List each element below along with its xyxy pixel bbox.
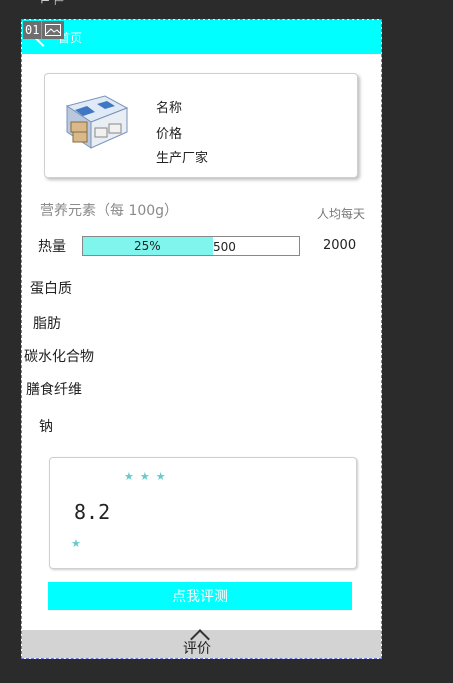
top-header: 首页 01 (22, 20, 381, 54)
star-icon: ★ (71, 537, 81, 550)
nutrient-carbohydrate: 碳水化合物 (24, 349, 94, 365)
rating-score: 8.2 (74, 500, 111, 524)
phone-screen: 首页 01 名称 价格 生产厂家 营养元素（每 100g） 人均每天 热量 25… (21, 19, 382, 659)
rating-card[interactable]: ★ ★ ★ 8.2 ★ (49, 457, 357, 569)
product-name-label: 名称 (156, 101, 183, 116)
debug-index-tag: 01 (23, 21, 65, 39)
product-maker-label: 生产厂家 (156, 151, 209, 166)
star-icon: ★ (139, 470, 150, 483)
nutrient-protein: 蛋白质 (30, 281, 72, 297)
energy-label: 热量 (38, 239, 66, 255)
energy-percent: 25% (134, 239, 161, 253)
evaluate-button[interactable]: 点我评测 (48, 582, 352, 610)
bottom-label[interactable]: 评价 (183, 638, 211, 658)
per-day-label: 人均每天 (316, 207, 365, 221)
product-image (61, 86, 131, 156)
energy-progress-bar: 25% 500 (82, 236, 300, 256)
star-icon: ★ (124, 470, 134, 483)
nutrition-title: 营养元素（每 100g） (40, 203, 179, 219)
nutrient-fiber: 膳食纤维 (26, 382, 82, 398)
nutrient-fat: 脂肪 (33, 316, 61, 332)
rating-stars-bottom: ★ (71, 532, 81, 551)
debug-index: 01 (23, 21, 42, 39)
bottom-bar[interactable]: 评价 (22, 629, 381, 658)
product-card[interactable]: 名称 价格 生产厂家 (44, 73, 358, 178)
energy-daily-value: 2000 (323, 238, 357, 253)
star-icon: ★ (155, 470, 166, 483)
energy-value: 500 (213, 240, 236, 254)
nutrient-sodium: 钠 (39, 419, 53, 435)
rating-stars-top: ★ ★ ★ (124, 471, 166, 482)
product-price-label: 价格 (156, 127, 183, 142)
image-placeholder-icon (41, 21, 65, 39)
window-corner-text: ⌐ ⊢ (40, 0, 65, 8)
